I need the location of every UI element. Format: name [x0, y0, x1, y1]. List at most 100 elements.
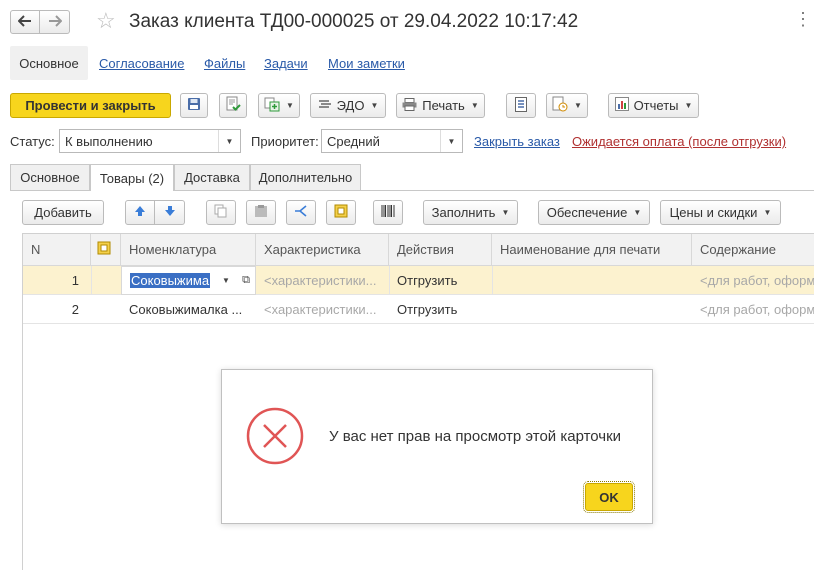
copy-icon [214, 204, 228, 221]
report-chart-icon [614, 97, 629, 114]
item-value: Соковыжима [130, 273, 211, 288]
arrow-left-icon [17, 14, 32, 30]
characteristic-cell[interactable]: <характеристики... [256, 266, 389, 295]
tab-delivery[interactable]: Доставка [174, 164, 250, 190]
more-menu-icon[interactable]: ⋮ [794, 10, 812, 28]
paste-button[interactable] [246, 200, 276, 225]
print-name-cell[interactable] [492, 295, 692, 324]
chevron-down-icon: ▼ [501, 208, 510, 217]
row-number: 2 [71, 302, 79, 317]
arrow-up-icon [134, 205, 146, 220]
tab-additional[interactable]: Дополнительно [250, 164, 361, 190]
content-cell[interactable]: <для работ, оформ... [692, 266, 814, 295]
document-clock-icon [552, 96, 568, 115]
dropdown-arrow-icon[interactable]: ▼ [216, 267, 236, 294]
status-value: К выполнению [65, 133, 153, 149]
prices-discounts-button[interactable]: Цены и скидки ▼ [660, 200, 781, 225]
forward-button[interactable] [40, 10, 70, 34]
move-up-button[interactable] [125, 200, 155, 225]
tab-main[interactable]: Основное [10, 164, 90, 190]
content-cell[interactable]: <для работ, оформ... [692, 295, 814, 324]
ok-button[interactable]: OK [583, 481, 635, 513]
add-button[interactable]: Добавить [22, 200, 104, 225]
favorite-star-icon[interactable]: ☆ [96, 8, 116, 34]
supply-label: Обеспечение [546, 205, 628, 220]
chevron-down-icon: ▼ [370, 101, 379, 110]
section-tasks[interactable]: Задачи [264, 56, 308, 71]
open-item-icon[interactable]: ⧉ [236, 267, 256, 294]
column-header-n[interactable]: N [23, 234, 91, 266]
document-list-button[interactable] [506, 93, 536, 118]
fill-label: Заполнить [431, 205, 496, 220]
edo-button[interactable]: ЭДО ▼ [310, 93, 386, 118]
priority-select[interactable]: Средний ▼ [321, 129, 463, 153]
dropdown-arrow-icon[interactable]: ▼ [218, 130, 240, 152]
chevron-down-icon: ▼ [763, 208, 772, 217]
table-row[interactable]: 1 Соковыжима ▼ ⧉ <характеристики... Отгр… [23, 266, 814, 295]
move-down-button[interactable] [155, 200, 185, 225]
chevron-down-icon: ▼ [633, 208, 642, 217]
column-header-print-name[interactable]: Наименование для печати [492, 234, 692, 266]
print-name-cell[interactable] [492, 266, 692, 295]
fill-button[interactable]: Заполнить ▼ [423, 200, 518, 225]
split-icon [294, 204, 308, 221]
error-icon [245, 406, 305, 469]
create-based-icon [264, 96, 280, 115]
arrow-right-icon [48, 14, 62, 30]
action-cell[interactable]: Отгрузить [389, 295, 492, 324]
tab-goods[interactable]: Товары (2) [90, 164, 174, 191]
section-main[interactable]: Основное [10, 46, 88, 80]
section-approval[interactable]: Согласование [99, 56, 184, 71]
action-cell[interactable]: Отгрузить [389, 266, 492, 295]
chevron-down-icon: ▼ [684, 101, 693, 110]
back-button[interactable] [10, 10, 40, 34]
arrow-down-icon [164, 205, 176, 220]
section-notes[interactable]: Мои заметки [328, 56, 405, 71]
priority-label: Приоритет: [251, 134, 319, 149]
copy-button[interactable] [206, 200, 236, 225]
post-button[interactable] [219, 93, 247, 118]
pick-goods-icon [334, 204, 348, 221]
column-header-pick[interactable] [91, 234, 121, 266]
reports-button[interactable]: Отчеты ▼ [608, 93, 699, 118]
pick-button[interactable] [326, 200, 356, 225]
post-and-close-button[interactable]: Провести и закрыть [10, 93, 171, 118]
column-header-actions[interactable]: Действия [389, 234, 492, 266]
status-select[interactable]: К выполнению ▼ [59, 129, 241, 153]
pick-goods-icon [97, 241, 111, 258]
split-line-button[interactable] [286, 200, 316, 225]
print-button[interactable]: Печать ▼ [396, 93, 485, 118]
item-input[interactable]: Соковыжима ▼ ⧉ [121, 266, 256, 295]
window-title: Заказ клиента ТД00-000025 от 29.04.2022 … [129, 11, 579, 32]
payment-status-link[interactable]: Ожидается оплата (после отгрузки) [572, 134, 786, 149]
item-cell[interactable]: Соковыжималка ... [121, 295, 256, 324]
prices-label: Цены и скидки [669, 205, 758, 220]
barcode-button[interactable] [373, 200, 403, 225]
dialog-message: У вас нет прав на просмотр этой карточки [329, 428, 622, 445]
history-button[interactable]: ▼ [546, 93, 588, 118]
close-order-link[interactable]: Закрыть заказ [474, 134, 560, 149]
tab-active-gap [91, 190, 173, 191]
section-files[interactable]: Файлы [204, 56, 245, 71]
characteristic-cell[interactable]: <характеристики... [256, 295, 389, 324]
chevron-down-icon: ▼ [286, 101, 294, 110]
edo-label: ЭДО [336, 98, 365, 113]
print-label: Печать [422, 98, 465, 113]
barcode-icon [381, 205, 395, 220]
post-document-icon [225, 96, 241, 115]
create-based-on-button[interactable]: ▼ [258, 93, 300, 118]
floppy-disk-icon [187, 97, 201, 114]
row-number: 1 [71, 273, 79, 288]
column-header-item[interactable]: Номенклатура [121, 234, 256, 266]
supply-button[interactable]: Обеспечение ▼ [538, 200, 650, 225]
column-header-characteristic[interactable]: Характеристика [256, 234, 389, 266]
reports-label: Отчеты [633, 98, 679, 113]
list-document-icon [515, 96, 527, 115]
column-header-content[interactable]: Содержание [692, 234, 814, 266]
printer-icon [402, 97, 417, 114]
priority-value: Средний [327, 133, 380, 149]
dropdown-arrow-icon[interactable]: ▼ [440, 130, 462, 152]
paste-icon [254, 204, 268, 221]
save-button[interactable] [180, 93, 208, 118]
table-row[interactable]: 2 Соковыжималка ... <характеристики... О… [23, 295, 814, 324]
